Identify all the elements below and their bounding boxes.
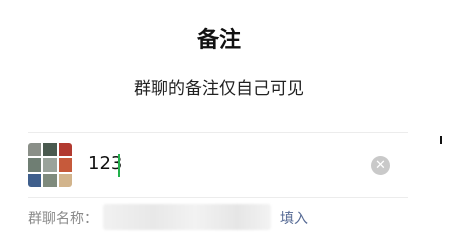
- text-caret: [118, 154, 120, 177]
- avatar-tile: [28, 158, 42, 172]
- avatar-tile: [43, 173, 57, 187]
- page-title: 备注: [196, 28, 241, 53]
- avatar-tile: [28, 143, 42, 157]
- avatar-tile: [43, 143, 57, 157]
- avatar-tile: [58, 143, 72, 157]
- clear-icon[interactable]: ✕: [371, 156, 390, 175]
- group-name-value-blurred: [103, 204, 271, 230]
- avatar-tile: [58, 158, 72, 172]
- edge-marker: [440, 136, 442, 144]
- avatar-tile: [28, 173, 42, 187]
- avatar-tile: [43, 158, 57, 172]
- fill-in-link[interactable]: 填入: [280, 208, 308, 228]
- divider-top: [28, 132, 408, 133]
- avatar-tile: [58, 173, 72, 187]
- group-name-label: 群聊名称：: [28, 211, 98, 227]
- divider-bottom: [28, 197, 408, 198]
- group-avatar-icon: [28, 143, 72, 187]
- page-subtitle: 群聊的备注仅自己可见: [134, 79, 304, 99]
